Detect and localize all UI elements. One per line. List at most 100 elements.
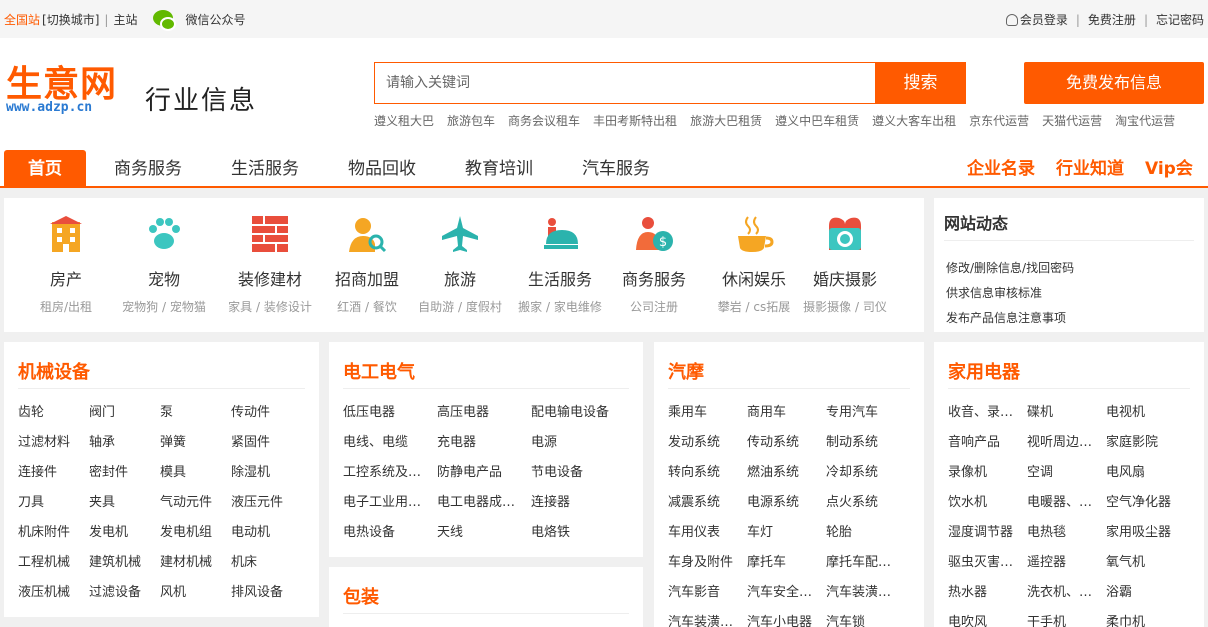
wechat-link[interactable]: 微信公众号 <box>185 11 245 28</box>
section-link[interactable]: 液压元件 <box>231 488 302 518</box>
category-item[interactable]: 生活服务 搬家 / 家电维修 <box>510 214 610 315</box>
category-item[interactable]: 婚庆摄影 摄影摄像 / 司仪 <box>795 214 895 315</box>
section-link[interactable]: 录像机 <box>948 458 1027 488</box>
section-link[interactable]: 氧气机 <box>1106 548 1185 578</box>
section-link[interactable]: 驱虫灭害… <box>948 548 1027 578</box>
main-site-link[interactable]: 主站 <box>113 11 137 28</box>
section-link[interactable]: 电子工业用… <box>343 488 437 518</box>
publish-button[interactable]: 免费发布信息 <box>1024 62 1204 104</box>
section-link[interactable]: 过滤材料 <box>18 428 89 458</box>
section-link[interactable]: 建筑机械 <box>89 548 160 578</box>
section-link[interactable]: 车灯 <box>747 518 826 548</box>
section-link[interactable]: 工控系统及… <box>343 458 437 488</box>
hot-keyword[interactable]: 天猫代运营 <box>1042 112 1102 129</box>
section-link[interactable]: 发电机组 <box>160 518 231 548</box>
section-link[interactable]: 高压电器 <box>437 398 531 428</box>
section-link[interactable]: 电动机 <box>231 518 302 548</box>
section-link[interactable]: 节电设备 <box>531 458 625 488</box>
section-link[interactable]: 空调 <box>1027 458 1106 488</box>
section-link[interactable]: 商用车 <box>747 398 826 428</box>
nav-life[interactable]: 生活服务 <box>231 150 299 186</box>
section-link[interactable]: 轮胎 <box>826 518 905 548</box>
category-sub[interactable]: 攀岩 / cs拓展 <box>704 298 804 315</box>
section-link[interactable]: 专用汽车 <box>826 398 905 428</box>
category-item[interactable]: $ 商务服务 公司注册 <box>604 214 704 315</box>
category-sub[interactable]: 租房/出租 <box>16 298 116 315</box>
section-link[interactable]: 乘用车 <box>668 398 747 428</box>
switch-city-link[interactable]: [切换城市] <box>42 11 99 28</box>
section-link[interactable]: 建材机械 <box>160 548 231 578</box>
section-link[interactable]: 电吹风 <box>948 608 1027 627</box>
section-title[interactable]: 家用电器 <box>948 358 1020 384</box>
hot-keyword[interactable]: 遵义中巴车租赁 <box>775 112 859 129</box>
section-link[interactable]: 电烙铁 <box>531 518 625 548</box>
section-link[interactable]: 燃油系统 <box>747 458 826 488</box>
section-link[interactable]: 齿轮 <box>18 398 89 428</box>
section-link[interactable]: 弹簧 <box>160 428 231 458</box>
section-link[interactable]: 发电机 <box>89 518 160 548</box>
category-item[interactable]: 装修建材 家具 / 装修设计 <box>220 214 320 315</box>
category-sub[interactable]: 公司注册 <box>604 298 704 315</box>
section-title[interactable]: 电工电气 <box>343 358 415 384</box>
section-link[interactable]: 点火系统 <box>826 488 905 518</box>
section-link[interactable]: 充电器 <box>437 428 531 458</box>
section-link[interactable]: 空气净化器 <box>1106 488 1185 518</box>
nav-recycle[interactable]: 物品回收 <box>348 150 416 186</box>
section-link[interactable]: 模具 <box>160 458 231 488</box>
section-link[interactable]: 机床 <box>231 548 302 578</box>
section-link[interactable]: 除湿机 <box>231 458 302 488</box>
category-item[interactable]: 休闲娱乐 攀岩 / cs拓展 <box>704 214 804 315</box>
section-link[interactable]: 天线 <box>437 518 531 548</box>
section-link[interactable]: 密封件 <box>89 458 160 488</box>
site-logo[interactable]: 生意网 www.adzp.cn <box>6 66 117 115</box>
section-link[interactable]: 传动系统 <box>747 428 826 458</box>
section-link[interactable]: 湿度调节器 <box>948 518 1027 548</box>
nav-education[interactable]: 教育培训 <box>465 150 533 186</box>
hot-keyword[interactable]: 旅游大巴租赁 <box>690 112 762 129</box>
category-sub[interactable]: 自助游 / 度假村 <box>410 298 510 315</box>
hot-keyword[interactable]: 淘宝代运营 <box>1115 112 1175 129</box>
section-link[interactable]: 碟机 <box>1027 398 1106 428</box>
section-link[interactable]: 音响产品 <box>948 428 1027 458</box>
section-link[interactable]: 汽车锁 <box>826 608 905 627</box>
section-link[interactable]: 排风设备 <box>231 578 302 608</box>
section-link[interactable]: 视听周边… <box>1027 428 1106 458</box>
section-link[interactable]: 热水器 <box>948 578 1027 608</box>
section-link[interactable]: 电源系统 <box>747 488 826 518</box>
section-link[interactable]: 减震系统 <box>668 488 747 518</box>
section-link[interactable]: 冷却系统 <box>826 458 905 488</box>
section-link[interactable]: 遥控器 <box>1027 548 1106 578</box>
section-link[interactable]: 制动系统 <box>826 428 905 458</box>
section-link[interactable]: 柔巾机 <box>1106 608 1185 627</box>
category-sub[interactable]: 搬家 / 家电维修 <box>510 298 610 315</box>
section-link[interactable]: 摩托车配… <box>826 548 905 578</box>
search-button[interactable]: 搜索 <box>875 62 966 104</box>
news-item[interactable]: 修改/删除信息/找回密码 <box>946 256 1074 281</box>
section-link[interactable]: 机床附件 <box>18 518 89 548</box>
section-link[interactable]: 洗衣机、… <box>1027 578 1106 608</box>
section-link[interactable]: 电工电器成… <box>437 488 531 518</box>
section-link[interactable]: 车用仪表 <box>668 518 747 548</box>
category-sub[interactable]: 摄影摄像 / 司仪 <box>795 298 895 315</box>
section-link[interactable]: 电源 <box>531 428 625 458</box>
section-link[interactable]: 车身及附件 <box>668 548 747 578</box>
category-item[interactable]: 房产 租房/出租 <box>16 214 116 315</box>
section-link[interactable]: 泵 <box>160 398 231 428</box>
section-link[interactable]: 气动元件 <box>160 488 231 518</box>
section-link[interactable]: 汽车装潢… <box>668 608 747 627</box>
nav-company-directory[interactable]: 企业名录 <box>967 150 1035 186</box>
section-link[interactable]: 过滤设备 <box>89 578 160 608</box>
section-link[interactable]: 电暖器、… <box>1027 488 1106 518</box>
section-link[interactable]: 电视机 <box>1106 398 1185 428</box>
category-sub[interactable]: 红酒 / 餐饮 <box>317 298 417 315</box>
section-link[interactable]: 刀具 <box>18 488 89 518</box>
section-link[interactable]: 阀门 <box>89 398 160 428</box>
section-link[interactable]: 转向系统 <box>668 458 747 488</box>
category-item[interactable]: 招商加盟 红酒 / 餐饮 <box>317 214 417 315</box>
section-link[interactable]: 干手机 <box>1027 608 1106 627</box>
hot-keyword[interactable]: 商务会议租车 <box>508 112 580 129</box>
section-link[interactable]: 收音、录… <box>948 398 1027 428</box>
section-link[interactable]: 家庭影院 <box>1106 428 1185 458</box>
section-link[interactable]: 电线、电缆 <box>343 428 437 458</box>
section-link[interactable]: 发动系统 <box>668 428 747 458</box>
